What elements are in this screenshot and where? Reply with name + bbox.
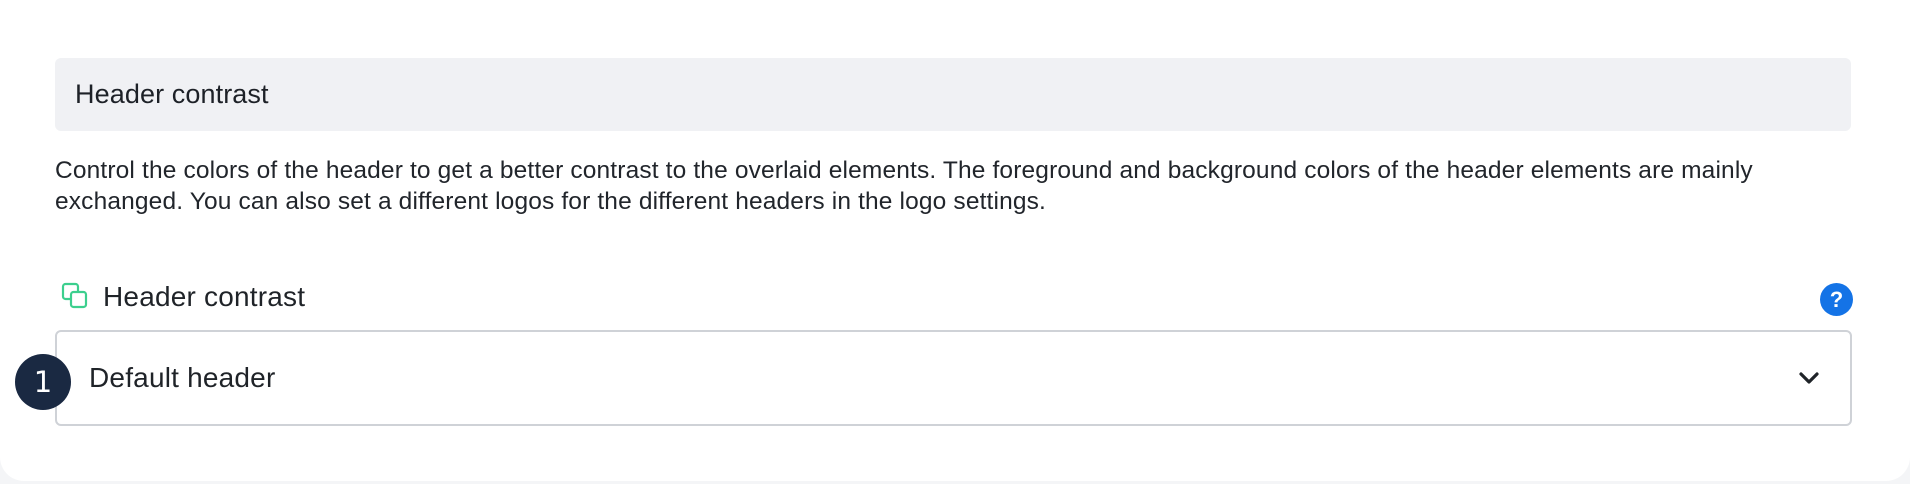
settings-panel: Header contrast Control the colors of th… <box>0 0 1910 481</box>
field-label: Header contrast <box>103 281 306 312</box>
select-value: Default header <box>89 362 276 393</box>
page: Header contrast Control the colors of th… <box>0 0 1910 484</box>
section-title: Header contrast <box>75 79 269 109</box>
field-label-row: Header contrast ? <box>55 278 1855 318</box>
chevron-down-icon <box>1797 368 1821 388</box>
copy-layers-icon <box>61 282 89 310</box>
step-number-badge: 1 <box>15 354 71 410</box>
header-contrast-select[interactable]: Default header <box>55 330 1852 426</box>
section-description: Control the colors of the header to get … <box>55 157 1753 215</box>
question-icon[interactable]: ? <box>1820 283 1853 316</box>
section-header: Header contrast <box>55 58 1851 131</box>
